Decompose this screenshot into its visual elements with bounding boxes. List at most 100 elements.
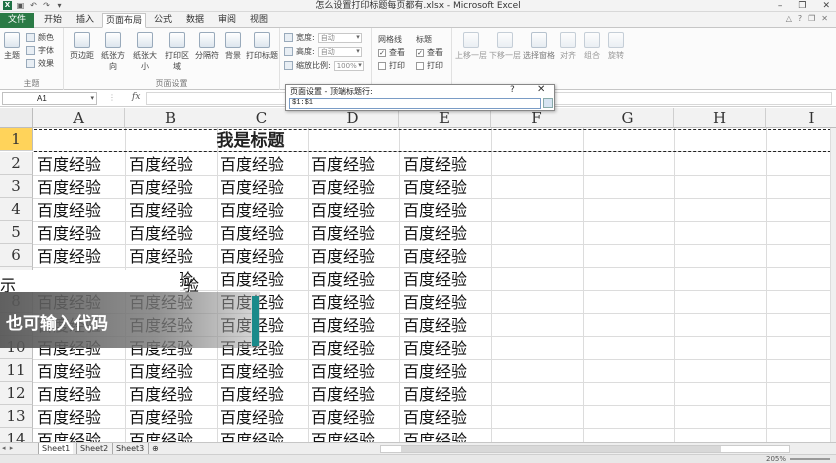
column-header-i[interactable]: I xyxy=(766,108,836,128)
minimize-button[interactable]: – xyxy=(778,0,783,12)
cell-d14[interactable]: 百度经验 xyxy=(307,429,399,442)
cell-c7[interactable]: 百度经验 xyxy=(216,268,308,291)
horizontal-scrollbar[interactable] xyxy=(380,445,790,453)
cell-d6[interactable]: 百度经验 xyxy=(307,245,399,268)
help-icon[interactable]: ? xyxy=(510,85,515,95)
gridlines-view-checkbox[interactable]: ✓ 查看 xyxy=(378,47,405,58)
cell-b5[interactable]: 百度经验 xyxy=(125,222,217,245)
row-header-13[interactable]: 13 xyxy=(0,405,33,428)
cell-e5[interactable]: 百度经验 xyxy=(399,222,491,245)
workbook-restore-icon[interactable]: ❐ xyxy=(808,14,815,23)
sheet-tab-sheet3[interactable]: Sheet3 xyxy=(112,443,147,454)
group-button[interactable]: 组合 xyxy=(580,32,604,61)
cell-e12[interactable]: 百度经验 xyxy=(399,383,491,406)
column-header-f[interactable]: F xyxy=(491,108,583,128)
cell-d8[interactable]: 百度经验 xyxy=(307,291,399,314)
scroll-thumb[interactable] xyxy=(401,446,721,452)
selection-pane-button[interactable]: 选择窗格 xyxy=(522,32,556,61)
cell-c4[interactable]: 百度经验 xyxy=(216,199,308,222)
vertical-scrollbar[interactable] xyxy=(830,128,836,442)
height-select[interactable]: 自动 xyxy=(317,46,362,57)
orientation-button[interactable]: 纸张方向 xyxy=(98,32,128,72)
cell-a14[interactable]: 百度经验 xyxy=(33,429,125,442)
ribbon-minimize-icon[interactable]: △ xyxy=(786,14,792,23)
cell-d12[interactable]: 百度经验 xyxy=(307,383,399,406)
print-area-button[interactable]: 打印区域 xyxy=(162,32,192,72)
cell-b4[interactable]: 百度经验 xyxy=(125,199,217,222)
zoom-level[interactable]: 205% xyxy=(766,455,786,463)
cell-c14[interactable]: 百度经验 xyxy=(216,429,308,442)
tab-home[interactable]: 开始 xyxy=(38,13,68,28)
tab-formulas[interactable]: 公式 xyxy=(148,13,178,28)
sheet-tab-sheet1[interactable]: Sheet1 xyxy=(38,443,74,454)
close-icon[interactable]: ✕ xyxy=(537,84,545,95)
gridlines-print-checkbox[interactable]: 打印 xyxy=(378,60,405,71)
cell-d7[interactable]: 百度经验 xyxy=(307,268,399,291)
column-header-g[interactable]: G xyxy=(582,108,674,128)
column-header-c[interactable]: C xyxy=(216,108,308,128)
cell-e10[interactable]: 百度经验 xyxy=(399,337,491,360)
row-header-2[interactable]: 2 xyxy=(0,152,33,175)
row-header-6[interactable]: 6 xyxy=(0,244,33,267)
column-header-h[interactable]: H xyxy=(674,108,766,128)
column-header-e[interactable]: E xyxy=(399,108,491,128)
effects-button[interactable]: 效果 xyxy=(26,58,54,69)
workbook-close-icon[interactable]: ✕ xyxy=(821,14,828,23)
close-button[interactable]: ✕ xyxy=(822,0,830,12)
column-header-b[interactable]: B xyxy=(125,108,217,128)
cell-a6[interactable]: 百度经验 xyxy=(33,245,125,268)
tab-view[interactable]: 视图 xyxy=(244,13,274,28)
cell-e3[interactable]: 百度经验 xyxy=(399,176,491,199)
breaks-button[interactable]: 分隔符 xyxy=(194,32,220,61)
tab-file[interactable]: 文件 xyxy=(0,13,34,28)
chevron-down-icon[interactable]: ▾ xyxy=(90,93,94,104)
cell-d4[interactable]: 百度经验 xyxy=(307,199,399,222)
themes-button[interactable]: 主题 xyxy=(2,32,22,61)
select-all-button[interactable] xyxy=(0,108,33,128)
cell-d9[interactable]: 百度经验 xyxy=(307,314,399,337)
cell-e9[interactable]: 百度经验 xyxy=(399,314,491,337)
cell-b12[interactable]: 百度经验 xyxy=(125,383,217,406)
cell-d11[interactable]: 百度经验 xyxy=(307,360,399,383)
cell-e6[interactable]: 百度经验 xyxy=(399,245,491,268)
cell-e4[interactable]: 百度经验 xyxy=(399,199,491,222)
print-title-row-marquee[interactable]: 我是标题 xyxy=(34,129,831,152)
cell-d3[interactable]: 百度经验 xyxy=(307,176,399,199)
cell-c2[interactable]: 百度经验 xyxy=(216,153,308,176)
headings-print-checkbox[interactable]: 打印 xyxy=(416,60,443,71)
row-header-3[interactable]: 3 xyxy=(0,175,33,198)
cell-d2[interactable]: 百度经验 xyxy=(307,153,399,176)
colors-button[interactable]: 颜色 xyxy=(26,32,54,43)
cell-b13[interactable]: 百度经验 xyxy=(125,406,217,429)
cell-e7[interactable]: 百度经验 xyxy=(399,268,491,291)
tab-review[interactable]: 审阅 xyxy=(212,13,242,28)
column-header-d[interactable]: D xyxy=(307,108,399,128)
row-header-14[interactable]: 14 xyxy=(0,428,33,442)
cell-c3[interactable]: 百度经验 xyxy=(216,176,308,199)
cell-a13[interactable]: 百度经验 xyxy=(33,406,125,429)
cell-a5[interactable]: 百度经验 xyxy=(33,222,125,245)
margins-button[interactable]: 页边距 xyxy=(68,32,96,61)
cell-c11[interactable]: 百度经验 xyxy=(216,360,308,383)
cell-b3[interactable]: 百度经验 xyxy=(125,176,217,199)
cell-a3[interactable]: 百度经验 xyxy=(33,176,125,199)
sheet-nav-arrows-icon[interactable]: ◂ ▸ xyxy=(2,444,14,452)
tab-insert[interactable]: 插入 xyxy=(70,13,100,28)
column-header-a[interactable]: A xyxy=(33,108,125,128)
restore-button[interactable]: ❐ xyxy=(798,0,806,12)
bring-forward-button[interactable]: 上移一层 xyxy=(454,32,488,61)
insert-function-icon[interactable]: fx xyxy=(132,92,140,102)
cell-d5[interactable]: 百度经验 xyxy=(307,222,399,245)
cell-a12[interactable]: 百度经验 xyxy=(33,383,125,406)
cell-b14[interactable]: 百度经验 xyxy=(125,429,217,442)
cell-b11[interactable]: 百度经验 xyxy=(125,360,217,383)
rows-to-repeat-input[interactable]: $1:$1 xyxy=(289,98,541,109)
cell-e2[interactable]: 百度经验 xyxy=(399,153,491,176)
help-icon[interactable]: ? xyxy=(798,14,802,23)
size-button[interactable]: 纸张大小 xyxy=(130,32,160,72)
background-button[interactable]: 背景 xyxy=(222,32,244,61)
sheet-title-cell[interactable]: 我是标题 xyxy=(217,131,285,151)
align-button[interactable]: 对齐 xyxy=(556,32,580,61)
sheet-tab-sheet2[interactable]: Sheet2 xyxy=(76,443,111,454)
cell-b6[interactable]: 百度经验 xyxy=(125,245,217,268)
